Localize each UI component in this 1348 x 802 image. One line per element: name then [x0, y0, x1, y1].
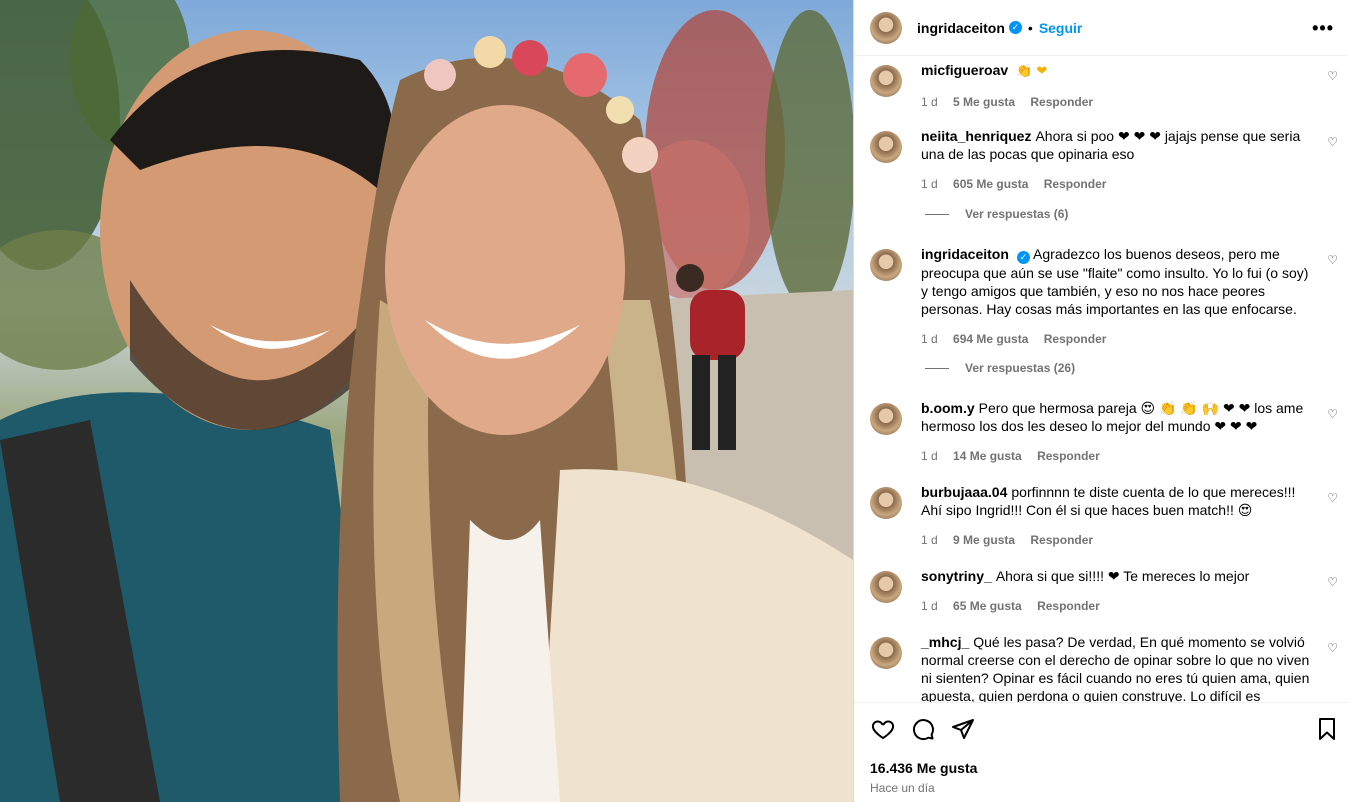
comment-body: sonytriny_ Ahora si que si!!!! ❤ Te merec… — [921, 567, 1316, 585]
comment-username[interactable]: micfigueroav — [921, 62, 1008, 78]
comment-time: 1 d — [921, 95, 938, 109]
comment-likes[interactable]: 65 Me gusta — [953, 599, 1022, 613]
comment-body: _mhcj_ Qué les pasa? De verdad, En qué mo… — [921, 633, 1316, 702]
comment: ingridaceiton ✓ Agradezco los buenos dese… — [870, 245, 1340, 346]
comment-meta: 1 d 694 Me gusta Responder — [921, 332, 1340, 346]
view-replies-button[interactable]: Ver respuestas (6) — [925, 207, 1068, 221]
reply-button[interactable]: Responder — [1030, 533, 1093, 547]
bookmark-icon — [1319, 718, 1335, 740]
comment-body: b.oom.y Pero que hermosa pareja 😍 👏 👏 🙌 ❤… — [921, 399, 1316, 435]
comment-like-heart-icon[interactable]: ♡ — [1327, 641, 1338, 655]
comment-like-heart-icon[interactable]: ♡ — [1327, 575, 1338, 589]
heart-icon — [871, 720, 895, 740]
comment-meta: 1 d 65 Me gusta Responder — [921, 599, 1340, 613]
comment-time: 1 d — [921, 332, 938, 346]
verified-badge-icon: ✓ — [1008, 21, 1022, 34]
post-header: ingridaceiton ✓ • Seguir ••• — [854, 0, 1348, 56]
selfie-illustration — [0, 0, 853, 802]
follow-button[interactable]: Seguir — [1039, 20, 1083, 36]
comment-icon — [912, 719, 934, 741]
replies-divider — [925, 367, 949, 369]
author-username[interactable]: ingridaceiton — [917, 20, 1005, 36]
comment-text: Qué les pasa? De verdad, En qué momento … — [921, 634, 1310, 702]
comment-time: 1 d — [921, 177, 938, 191]
likes-count[interactable]: 16.436 Me gusta — [870, 760, 977, 776]
comment-body: ingridaceiton ✓ Agradezco los buenos dese… — [921, 245, 1316, 318]
comment-like-heart-icon[interactable]: ♡ — [1327, 407, 1338, 421]
comment-like-heart-icon[interactable]: ♡ — [1327, 491, 1338, 505]
share-button[interactable] — [950, 717, 976, 746]
header-separator: • — [1027, 19, 1033, 36]
avatar[interactable] — [870, 403, 902, 435]
avatar[interactable] — [870, 11, 902, 44]
avatar[interactable] — [870, 637, 902, 669]
comment-time: 1 d — [921, 449, 938, 463]
comment-meta: 1 d 5 Me gusta Responder — [921, 95, 1340, 109]
comment-time: 1 d — [921, 533, 938, 547]
verified-badge-icon: ✓ — [1016, 251, 1030, 264]
comment: sonytriny_ Ahora si que si!!!! ❤ Te merec… — [870, 567, 1340, 613]
reply-button[interactable]: Responder — [1037, 599, 1100, 613]
view-replies-button[interactable]: Ver respuestas (26) — [925, 361, 1075, 375]
comment: burbujaaa.04 porfinnnn te diste cuenta de… — [870, 483, 1340, 547]
reply-button[interactable]: Responder — [1030, 95, 1093, 109]
comment: neiita_henriquez Ahora si poo ❤ ❤ ❤ jajaj… — [870, 127, 1340, 191]
comment-username[interactable]: burbujaaa.04 — [921, 484, 1007, 500]
reply-button[interactable]: Responder — [1044, 332, 1107, 346]
comment-username[interactable]: neiita_henriquez — [921, 128, 1031, 144]
comment-button[interactable] — [910, 717, 936, 746]
comment-likes[interactable]: 14 Me gusta — [953, 449, 1022, 463]
share-icon — [952, 719, 974, 739]
avatar[interactable] — [870, 65, 902, 97]
comment-text: Ahora si que si!!!! ❤ Te mereces lo mejo… — [995, 568, 1250, 584]
view-replies-label: Ver respuestas (26) — [965, 361, 1076, 375]
comment-username[interactable]: _mhcj_ — [921, 634, 969, 650]
comment-username[interactable]: ingridaceiton — [921, 246, 1009, 262]
reply-button[interactable]: Responder — [1037, 449, 1100, 463]
comment-likes[interactable]: 605 Me gusta — [953, 177, 1028, 191]
comment-like-heart-icon[interactable]: ♡ — [1327, 135, 1338, 149]
comment-like-heart-icon[interactable]: ♡ — [1327, 69, 1338, 83]
avatar[interactable] — [870, 487, 902, 519]
comment-time: 1 d — [921, 599, 938, 613]
comment: _mhcj_ Qué les pasa? De verdad, En qué mo… — [870, 633, 1340, 702]
avatar[interactable] — [870, 249, 902, 281]
comment-username[interactable]: b.oom.y — [921, 400, 975, 416]
comment-text: 👏 ❤ — [1016, 64, 1048, 79]
view-replies-label: Ver respuestas (6) — [965, 207, 1069, 221]
comment-likes[interactable]: 5 Me gusta — [953, 95, 1015, 109]
comment-meta: 1 d 14 Me gusta Responder — [921, 449, 1340, 463]
comment-meta: 1 d 605 Me gusta Responder — [921, 177, 1340, 191]
comment-body: burbujaaa.04 porfinnnn te diste cuenta de… — [921, 483, 1316, 519]
post-photo — [0, 0, 853, 802]
comments-list[interactable]: micfigueroav 👏 ❤ 1 d 5 Me gusta Responde… — [854, 57, 1348, 702]
comment-meta: 1 d 9 Me gusta Responder — [921, 533, 1340, 547]
avatar[interactable] — [870, 571, 902, 603]
comment-like-heart-icon[interactable]: ♡ — [1327, 253, 1338, 267]
comment-likes[interactable]: 694 Me gusta — [953, 332, 1028, 346]
comment-body: neiita_henriquez Ahora si poo ❤ ❤ ❤ jajaj… — [921, 127, 1316, 163]
more-options-icon[interactable]: ••• — [1312, 18, 1334, 39]
comment-text: Pero que hermosa pareja 😍 👏 👏 🙌 ❤ ❤ los … — [921, 400, 1304, 434]
comment-username[interactable]: sonytriny_ — [921, 568, 992, 584]
comment-body: micfigueroav 👏 ❤ — [921, 61, 1316, 81]
comment: b.oom.y Pero que hermosa pareja 😍 👏 👏 🙌 ❤… — [870, 399, 1340, 463]
replies-divider — [925, 213, 949, 215]
comment-likes[interactable]: 9 Me gusta — [953, 533, 1015, 547]
comment: micfigueroav 👏 ❤ 1 d 5 Me gusta Responde… — [870, 61, 1340, 109]
post-sidebar: ingridaceiton ✓ • Seguir ••• micfigueroa… — [853, 0, 1348, 802]
reply-button[interactable]: Responder — [1044, 177, 1107, 191]
like-button[interactable] — [870, 717, 896, 746]
save-button[interactable] — [1316, 717, 1338, 746]
post-timestamp[interactable]: Hace un día — [870, 781, 935, 795]
post-actions: 16.436 Me gusta Hace un día — [854, 702, 1348, 802]
avatar[interactable] — [870, 131, 902, 163]
